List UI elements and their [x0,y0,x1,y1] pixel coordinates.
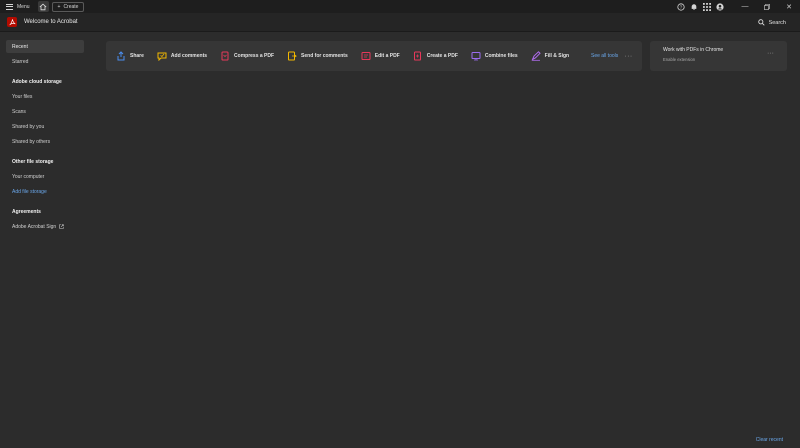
create-pdf-icon [413,51,421,61]
minimize-button[interactable]: — [734,0,756,13]
search-label: Search [768,19,786,26]
title-bar: Menu + Create ? — ✕ [0,0,800,13]
create-label: Create [63,3,79,10]
titlebar-right: ? — ✕ [674,0,800,13]
sidebar: Recent Starred Adobe cloud storage Your … [0,33,92,448]
external-link-icon [59,224,64,229]
tools-more-icon[interactable]: ··· [624,53,633,60]
close-button[interactable]: ✕ [778,0,800,13]
bell-icon[interactable] [687,0,700,13]
send-comments-icon [288,51,298,61]
tools-bar: Share Add comments Compress a PDF Send f… [106,41,642,71]
sidebar-item-starred[interactable]: Starred [6,55,84,68]
sidebar-item-recent[interactable]: Recent [6,40,84,53]
plus-icon: + [57,3,61,10]
share-icon [117,51,125,61]
tool-send-for-comments[interactable]: Send for comments [287,51,348,61]
enable-extension-link[interactable]: Enable extension [663,57,787,62]
sidebar-heading-cloud: Adobe cloud storage [12,79,62,85]
compress-icon [221,51,229,61]
tool-fill-sign[interactable]: Fill & Sign [531,51,569,61]
menu-button[interactable]: Menu [0,0,30,13]
chrome-card-more-icon[interactable]: ··· [767,50,774,57]
see-all-tools: See all tools ··· [591,41,633,71]
combine-icon [471,52,481,61]
sidebar-item-acrobat-sign[interactable]: Adobe Acrobat Sign [6,220,84,233]
tool-combine-files[interactable]: Combine files [471,51,518,61]
tool-edit-pdf[interactable]: Edit a PDF [361,51,400,61]
chrome-extension-card: Work with PDFs in Chrome Enable extensio… [650,41,787,71]
create-button[interactable]: + Create [51,1,85,12]
apps-grid-icon[interactable] [700,0,713,13]
edit-pdf-icon [361,52,371,60]
tool-add-comments[interactable]: Add comments [157,51,207,61]
menu-label: Menu [17,3,30,10]
restore-icon [764,3,770,10]
clear-recent-link[interactable]: Clear recent [756,437,783,443]
home-icon [39,3,47,10]
sidebar-item-your-files[interactable]: Your files [6,90,84,103]
minimize-icon: — [741,3,749,10]
svg-text:?: ? [679,4,682,10]
home-button[interactable] [37,1,49,12]
fill-sign-icon [531,51,541,61]
close-icon: ✕ [786,3,792,11]
sidebar-item-shared-by-you[interactable]: Shared by you [6,120,84,133]
see-all-tools-link[interactable]: See all tools [591,53,618,59]
help-icon[interactable]: ? [674,0,687,13]
search-icon [757,19,765,26]
sidebar-heading-other-storage: Other file storage [12,159,54,165]
acrobat-logo-icon [7,17,17,27]
restore-button[interactable] [756,0,778,13]
sidebar-item-scans[interactable]: Scans [6,105,84,118]
hamburger-icon [6,3,13,10]
comment-icon [157,52,167,61]
sidebar-item-your-computer[interactable]: Your computer [6,170,84,183]
sidebar-item-shared-by-others[interactable]: Shared by others [6,135,84,148]
sidebar-heading-agreements: Agreements [12,209,41,215]
tool-share[interactable]: Share [116,51,144,61]
page-title: Welcome to Acrobat [24,19,78,25]
add-file-storage-link[interactable]: Add file storage [6,185,84,198]
tool-compress-pdf[interactable]: Compress a PDF [220,51,274,61]
search-button[interactable]: Search [757,13,786,32]
app-header: Welcome to Acrobat Search [0,13,800,32]
profile-icon[interactable] [713,0,726,13]
tool-create-pdf[interactable]: Create a PDF [413,51,458,61]
